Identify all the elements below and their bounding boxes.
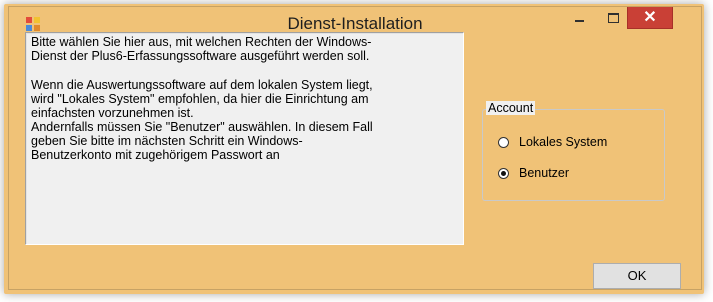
description-paragraph-1: Bitte wählen Sie hier aus, mit welchen R… [31, 35, 372, 63]
account-groupbox [482, 109, 665, 201]
account-legend: Account [486, 101, 536, 115]
radio-lokales-system[interactable]: Lokales System [498, 135, 607, 149]
description-paragraph-2: Wenn die Auswertungssoftware auf dem lok… [31, 78, 373, 162]
close-icon: ✕ [643, 8, 657, 26]
radio-benutzer[interactable]: Benutzer [498, 166, 569, 180]
minimize-button[interactable] [564, 7, 594, 29]
ok-button[interactable]: OK [593, 263, 681, 289]
radio-button-unselected[interactable] [498, 136, 509, 148]
close-button[interactable]: ✕ [627, 7, 673, 29]
radio-label-benutzer: Benutzer [519, 166, 570, 180]
radio-button-selected[interactable] [498, 167, 509, 179]
radio-dot-icon [501, 170, 506, 176]
maximize-button[interactable] [598, 7, 628, 29]
minimize-icon [574, 20, 584, 22]
maximize-icon [607, 13, 619, 23]
radio-label-lokales-system: Lokales System [519, 135, 608, 149]
description-textbox[interactable]: Bitte wählen Sie hier aus, mit welchen R… [25, 32, 464, 245]
